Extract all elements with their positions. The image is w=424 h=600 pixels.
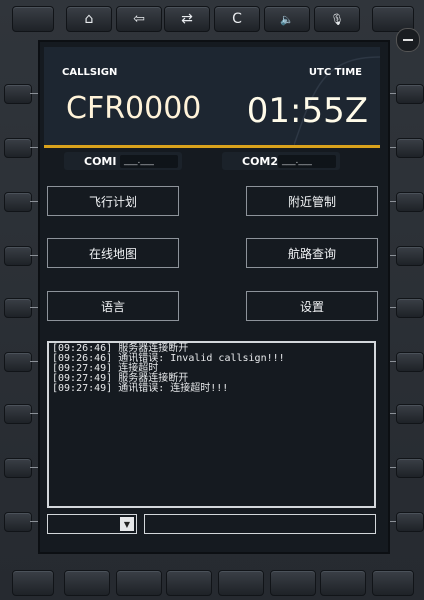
bottom-key-6[interactable] [320, 570, 366, 596]
swap-icon: ⇄ [181, 11, 193, 27]
language-button[interactable]: 语言 [47, 291, 179, 321]
bottom-key-5[interactable] [270, 570, 316, 596]
lsk-4[interactable] [4, 246, 32, 266]
speaker-icon: 🔈 [280, 12, 294, 26]
callsign-value: CFR0000 [66, 91, 202, 126]
message-input[interactable] [144, 514, 376, 534]
home-button[interactable]: ⌂ [66, 6, 112, 32]
bottom-key-2[interactable] [116, 570, 162, 596]
bottom-key-left[interactable] [12, 570, 54, 596]
bottom-key-3[interactable] [166, 570, 212, 596]
com1-box[interactable]: COMI ___.___ [64, 152, 182, 170]
back-arrow-icon: ⇦ [133, 11, 145, 27]
rsk-3[interactable] [396, 192, 424, 212]
com2-label: COM2 [242, 155, 279, 168]
rsk-8[interactable] [396, 458, 424, 478]
dropdown-arrow-icon[interactable]: ▼ [120, 517, 134, 531]
clear-button[interactable]: C [214, 6, 260, 32]
nearby-control-button[interactable]: 附近管制 [246, 186, 378, 216]
rsk-7[interactable] [396, 404, 424, 424]
lsk-3[interactable] [4, 192, 32, 212]
settings-button[interactable]: 设置 [246, 291, 378, 321]
lsk-8[interactable] [4, 458, 32, 478]
online-map-button[interactable]: 在线地图 [47, 238, 179, 268]
swap-button[interactable]: ⇄ [164, 6, 210, 32]
com1-label: COMI [84, 155, 117, 168]
clear-label: C [232, 11, 242, 27]
mic-button[interactable]: 🎙 [314, 6, 360, 32]
message-log[interactable]: [09:26:46] 服务器连接断开 [09:26:46] 通讯错误: Inva… [47, 341, 376, 508]
lsk-9[interactable] [4, 512, 32, 532]
com1-frequency: ___.___ [120, 155, 178, 168]
microphone-icon: 🎙 [330, 12, 344, 26]
log-line: [09:27:49] 通讯错误: 连接超时!!! [52, 383, 229, 394]
lsk-7[interactable] [4, 404, 32, 424]
lsk-5[interactable] [4, 298, 32, 318]
rsk-2[interactable] [396, 138, 424, 158]
command-select[interactable]: ▼ [47, 514, 137, 534]
status-header: CALLSIGN UTC TIME CFR0000 01:55Z [44, 47, 380, 145]
rsk-4[interactable] [396, 246, 424, 266]
lsk-2[interactable] [4, 138, 32, 158]
route-query-button[interactable]: 航路查询 [246, 238, 378, 268]
brightness-knob[interactable] [396, 28, 420, 52]
lsk-1[interactable] [4, 84, 32, 104]
top-key-left[interactable] [12, 6, 54, 32]
rsk-9[interactable] [396, 512, 424, 532]
utc-time-value: 01:55Z [246, 91, 368, 131]
accent-bar [44, 145, 380, 148]
callsign-label: CALLSIGN [62, 67, 118, 78]
utc-label: UTC TIME [308, 67, 362, 78]
bottom-key-4[interactable] [218, 570, 264, 596]
rsk-6[interactable] [396, 352, 424, 372]
minus-icon [403, 39, 413, 41]
bottom-key-right[interactable] [372, 570, 414, 596]
lsk-6[interactable] [4, 352, 32, 372]
back-button[interactable]: ⇦ [116, 6, 162, 32]
com2-frequency: ___.___ [278, 155, 336, 168]
home-icon: ⌂ [84, 11, 94, 27]
flight-plan-button[interactable]: 飞行计划 [47, 186, 179, 216]
sound-button[interactable]: 🔈 [264, 6, 310, 32]
rsk-1[interactable] [396, 84, 424, 104]
bottom-key-1[interactable] [64, 570, 110, 596]
com2-box[interactable]: COM2 ___.___ [222, 152, 340, 170]
rsk-5[interactable] [396, 298, 424, 318]
